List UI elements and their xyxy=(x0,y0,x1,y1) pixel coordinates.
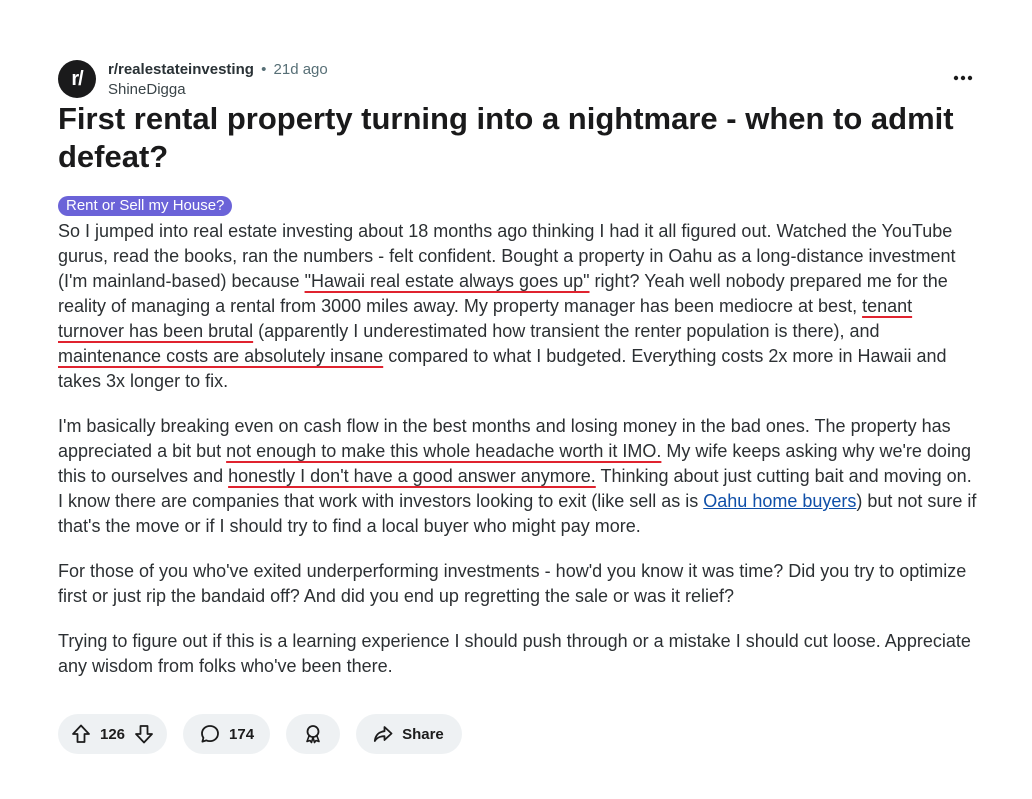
highlighted-text: "Hawaii real estate always goes up" xyxy=(304,271,590,291)
downvote-icon xyxy=(135,725,153,744)
action-bar: 126 174 Share xyxy=(58,714,462,754)
paragraph-4: Trying to figure out if this is a learni… xyxy=(58,631,971,676)
share-label: Share xyxy=(402,725,444,743)
post-title[interactable]: First rental property turning into a nig… xyxy=(58,100,958,176)
share-icon xyxy=(373,726,393,742)
comment-count: 174 xyxy=(229,725,255,743)
text-run: (apparently I underestimated how transie… xyxy=(253,321,880,341)
post-header: r/ r/realestateinvesting • 21d ago Shine… xyxy=(58,58,978,98)
username[interactable]: ShineDigga xyxy=(108,80,328,100)
comment-icon xyxy=(201,725,219,743)
comments-button[interactable]: 174 xyxy=(183,714,271,754)
paragraph-3: For those of you who've exited underperf… xyxy=(58,561,967,606)
paragraph-2: I'm basically breaking even on cash flow… xyxy=(58,414,978,539)
highlighted-text: not enough to make this whole headache w… xyxy=(226,441,662,461)
post-flair[interactable]: Rent or Sell my House? xyxy=(58,196,233,216)
post-body: So I jumped into real estate investing a… xyxy=(58,219,978,699)
meta-separator: • xyxy=(261,61,267,78)
post-time: 21d ago xyxy=(273,61,328,78)
upvote-button[interactable] xyxy=(70,723,92,745)
subreddit-name[interactable]: r/realestateinvesting xyxy=(108,61,254,78)
paragraph-1: So I jumped into real estate investing a… xyxy=(58,219,978,394)
award-icon xyxy=(306,725,320,744)
highlighted-text: maintenance costs are absolutely insane xyxy=(58,346,384,366)
award-button[interactable] xyxy=(286,714,341,754)
subreddit-avatar[interactable]: r/ xyxy=(58,60,96,98)
highlighted-text: honestly I don't have a good answer anym… xyxy=(228,466,596,486)
vote-count: 126 xyxy=(100,725,126,743)
downvote-button[interactable] xyxy=(133,723,155,745)
share-button[interactable]: Share xyxy=(356,714,462,754)
oahu-home-buyers-link[interactable]: Oahu home buyers xyxy=(703,491,856,511)
ellipsis-icon xyxy=(953,75,973,81)
post-card: r/ r/realestateinvesting • 21d ago Shine… xyxy=(0,0,1032,799)
vote-pill: 126 xyxy=(58,714,168,754)
more-options-button[interactable] xyxy=(948,64,978,92)
upvote-icon xyxy=(72,724,90,743)
post-meta: r/realestateinvesting • 21d ago ShineDig… xyxy=(108,60,328,100)
